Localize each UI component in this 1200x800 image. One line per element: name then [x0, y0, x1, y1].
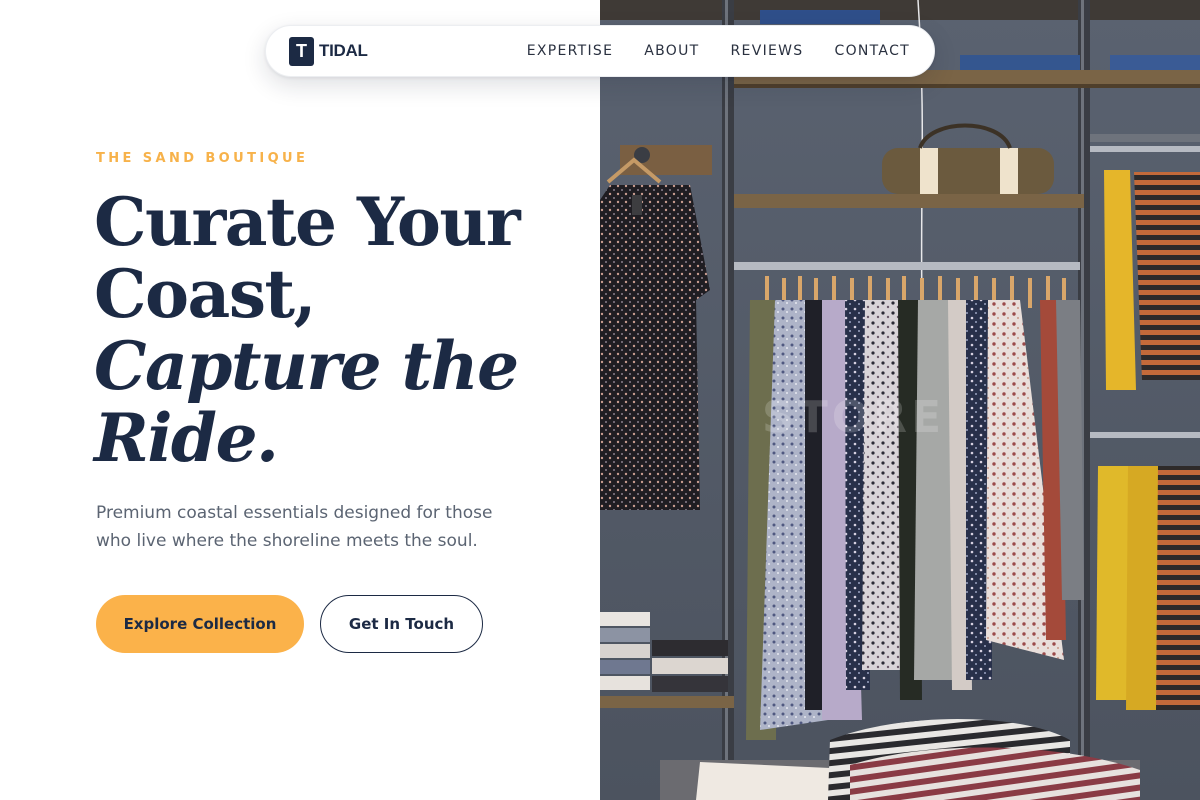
- boutique-illustration: STORE: [600, 0, 1200, 800]
- shelf-bottom: [600, 696, 734, 708]
- hero-headline: Curate Your Coast, Capture the Ride.: [94, 186, 584, 474]
- nav-link-reviews[interactable]: REVIEWS: [731, 43, 804, 59]
- hero-image-boutique-rack: STORE: [600, 0, 1200, 800]
- nav-link-contact[interactable]: CONTACT: [835, 43, 911, 59]
- logo-mark-icon: T: [289, 36, 314, 66]
- clothing-rail: [734, 262, 1080, 270]
- folded-denim: [760, 10, 880, 24]
- headline-line-1: Curate Your: [94, 183, 521, 261]
- explore-collection-button[interactable]: Explore Collection: [96, 595, 304, 653]
- duffel-bag: [882, 148, 1054, 194]
- brand-name: TIDAL: [319, 41, 368, 60]
- nav-link-about[interactable]: ABOUT: [644, 43, 699, 59]
- headline-line-4: Ride.: [94, 399, 279, 477]
- folded-stack: [600, 612, 650, 626]
- hero-description: Premium coastal essentials designed for …: [96, 503, 493, 551]
- top-nav: T TIDAL EXPERTISE ABOUT REVIEWS CONTACT: [265, 25, 935, 77]
- get-in-touch-button[interactable]: Get In Touch: [320, 595, 483, 653]
- floral-dress: [600, 185, 710, 510]
- nav-links: EXPERTISE ABOUT REVIEWS CONTACT: [527, 43, 910, 59]
- headline-line-3: Capture the: [94, 327, 519, 405]
- brand-logo-link[interactable]: T TIDAL: [289, 36, 368, 66]
- striped-top: [1134, 172, 1200, 380]
- hero-eyebrow: THE SAND BOUTIQUE: [96, 151, 309, 166]
- headline-line-2: Coast,: [94, 255, 316, 333]
- shelf-middle: [734, 194, 1084, 208]
- image-watermark: STORE: [762, 392, 945, 443]
- nav-link-expertise[interactable]: EXPERTISE: [527, 43, 614, 59]
- ceiling-beam: [600, 0, 1200, 20]
